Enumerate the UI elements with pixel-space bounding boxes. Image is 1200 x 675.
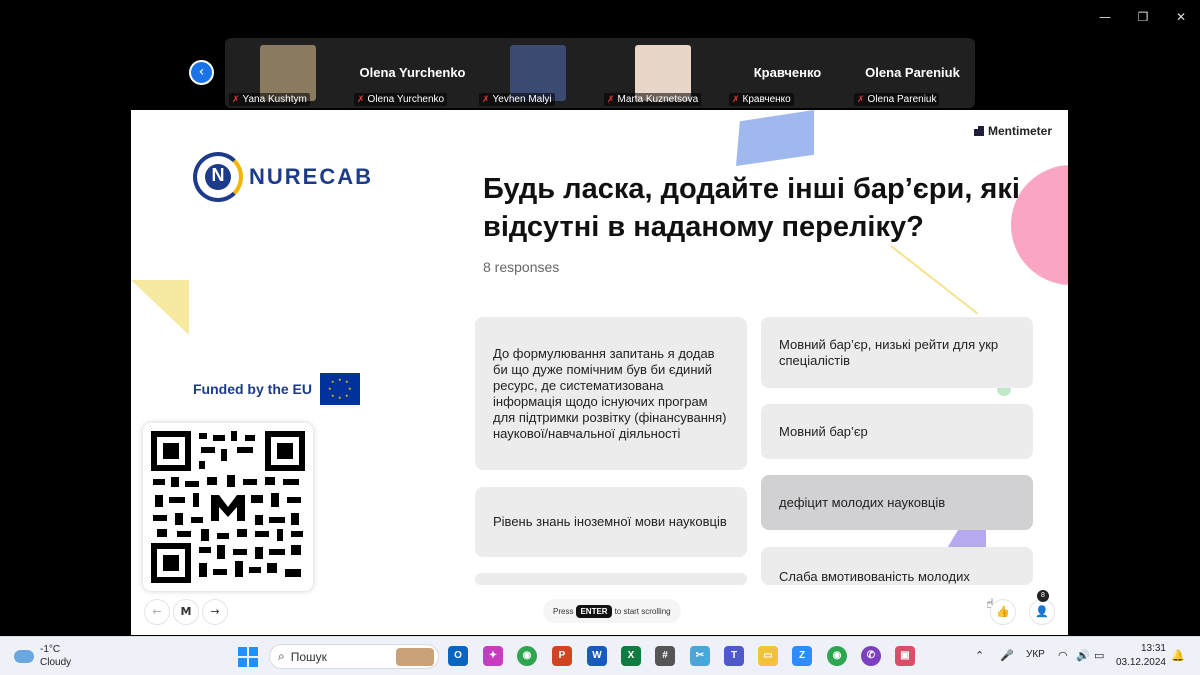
participant-tile[interactable]: Olena Pareniuk ✗ Olena Pareniuk xyxy=(850,38,975,108)
photos-icon[interactable]: ▣ xyxy=(895,646,915,666)
chevron-up-icon[interactable]: ⌃ xyxy=(975,649,984,662)
language-indicator[interactable]: УКР xyxy=(1026,649,1045,660)
chrome-icon[interactable]: ◉ xyxy=(517,646,537,666)
response-card xyxy=(475,573,747,585)
window-controls: — ❐ ✕ xyxy=(1086,6,1200,28)
participant-tile[interactable]: Olena Yurchenko ✗ Olena Yurchenko xyxy=(350,38,475,108)
mic-off-icon: ✗ xyxy=(232,94,240,105)
participant-tile[interactable]: ✗ Yana Kushtym xyxy=(225,38,350,108)
response-card[interactable]: дефіцит молодих науковців xyxy=(761,475,1033,530)
response-card: Мовний бар’єр xyxy=(761,404,1033,459)
mic-off-icon: ✗ xyxy=(857,94,865,105)
response-card: Рівень знань іноземної мови науковців xyxy=(475,487,747,557)
decor-shape xyxy=(736,110,814,166)
participant-tile[interactable]: ✗ Marta Kuznetsova xyxy=(600,38,725,108)
mentimeter-icon xyxy=(973,126,984,136)
mic-off-icon: ✗ xyxy=(607,94,615,105)
decor-shape xyxy=(131,280,189,335)
participants-button[interactable]: 👤 xyxy=(1029,599,1055,625)
word-icon[interactable]: W xyxy=(587,646,607,666)
search-highlight-image xyxy=(396,648,434,666)
funded-by-eu: Funded by the EU ★ ★ ★ ★ ★ ★ ★ ★ xyxy=(193,373,360,405)
responses-count: 8 responses xyxy=(483,259,560,275)
volume-icon[interactable]: 🔊 xyxy=(1076,649,1090,662)
participant-label: ✗ Marta Kuznetsova xyxy=(604,93,702,106)
taskbar: -1°C Cloudy ⌕ Пошук O ✦ ◉ P W X # ✂ T ▭ … xyxy=(0,636,1200,675)
calculator-icon[interactable]: # xyxy=(655,646,675,666)
nurecab-logo-text: NURECAB xyxy=(249,164,373,189)
eu-flag-icon: ★ ★ ★ ★ ★ ★ ★ ★ xyxy=(320,373,360,405)
thumbs-up-button[interactable]: 👍 xyxy=(990,599,1016,625)
cloud-icon xyxy=(14,649,34,663)
wifi-icon[interactable]: ◠ xyxy=(1058,649,1068,662)
copilot-icon[interactable]: ✦ xyxy=(483,646,503,666)
time: 13:31 xyxy=(1140,643,1166,654)
mentimeter-logo: Mentimeter xyxy=(973,124,1052,138)
excel-icon[interactable]: X xyxy=(621,646,641,666)
chrome-profile-icon[interactable]: ◉ xyxy=(827,646,847,666)
participant-name: Olena Yurchenko xyxy=(359,65,466,80)
mic-off-icon: ✗ xyxy=(357,94,365,105)
enter-key: ENTER xyxy=(576,604,612,618)
search-icon: ⌕ xyxy=(278,649,285,663)
mic-off-icon: ✗ xyxy=(732,94,740,105)
snipping-tool-icon[interactable]: ✂ xyxy=(690,646,710,666)
weather-condition: Cloudy xyxy=(40,657,72,668)
mentimeter-button[interactable]: M xyxy=(173,599,199,625)
decor-shape xyxy=(890,245,979,315)
scroll-hint: Press ENTER to start scrolling xyxy=(543,599,681,623)
date: 03.12.2024 xyxy=(1115,657,1166,668)
battery-icon[interactable]: ▭ xyxy=(1094,649,1104,662)
participants-bar: ✗ Yana Kushtym Olena Yurchenko ✗ Olena Yur… xyxy=(225,38,975,108)
qr-code xyxy=(143,423,313,591)
next-arrow-button[interactable]: → xyxy=(202,599,228,625)
participant-label: ✗ Кравченко xyxy=(729,93,794,106)
participant-count-badge: 8 xyxy=(1037,590,1049,602)
response-card: До формулювання запитань я додав би що д… xyxy=(475,317,747,470)
response-card: Мовний бар’єр, низькі рейти для укр спец… xyxy=(761,317,1033,388)
shared-slide: Mentimeter N NURECAB Будь ласка, додайте… xyxy=(131,110,1068,635)
outlook-icon[interactable]: O xyxy=(448,646,468,666)
zoom-icon[interactable]: Z xyxy=(792,646,812,666)
prev-arrow-button[interactable]: ← xyxy=(144,599,170,625)
question-title: Будь ласка, додайте інші бар’єри, які ві… xyxy=(483,173,1020,243)
minimize-button[interactable]: — xyxy=(1086,6,1124,28)
start-button[interactable] xyxy=(238,647,258,667)
temperature: -1°C xyxy=(40,644,61,655)
nurecab-logo: N NURECAB xyxy=(193,152,373,202)
weather-widget[interactable]: -1°C Cloudy xyxy=(14,643,71,669)
powerpoint-icon[interactable]: P xyxy=(552,646,572,666)
teams-icon[interactable]: T xyxy=(724,646,744,666)
participant-label: ✗ Yana Kushtym xyxy=(229,93,310,106)
microphone-icon[interactable]: 🎤 xyxy=(1000,649,1014,662)
mic-off-icon: ✗ xyxy=(482,94,490,105)
participant-name: Кравченко xyxy=(753,65,822,80)
participant-label: ✗ Olena Yurchenko xyxy=(354,93,448,106)
participant-label: ✗ Olena Pareniuk xyxy=(854,93,940,106)
participant-name: Olena Pareniuk xyxy=(865,65,960,80)
taskbar-search[interactable]: ⌕ Пошук xyxy=(269,644,439,669)
restore-button[interactable]: ❐ xyxy=(1124,6,1162,28)
participant-tile[interactable]: Кравченко ✗ Кравченко xyxy=(725,38,850,108)
response-card: Слаба вмотивованість молодих xyxy=(761,547,1033,585)
viber-icon[interactable]: ✆ xyxy=(861,646,881,666)
back-arrow-button[interactable]: ‹ xyxy=(189,60,214,85)
clock[interactable]: 13:31 03.12.2024 xyxy=(1116,642,1166,670)
participant-tile[interactable]: ✗ Yevhen Malyi xyxy=(475,38,600,108)
participant-label: ✗ Yevhen Malyi xyxy=(479,93,555,106)
nurecab-logo-icon: N xyxy=(193,152,243,202)
file-explorer-icon[interactable]: ▭ xyxy=(758,646,778,666)
close-button[interactable]: ✕ xyxy=(1162,6,1200,28)
notifications-icon[interactable]: 🔔 xyxy=(1171,649,1185,662)
